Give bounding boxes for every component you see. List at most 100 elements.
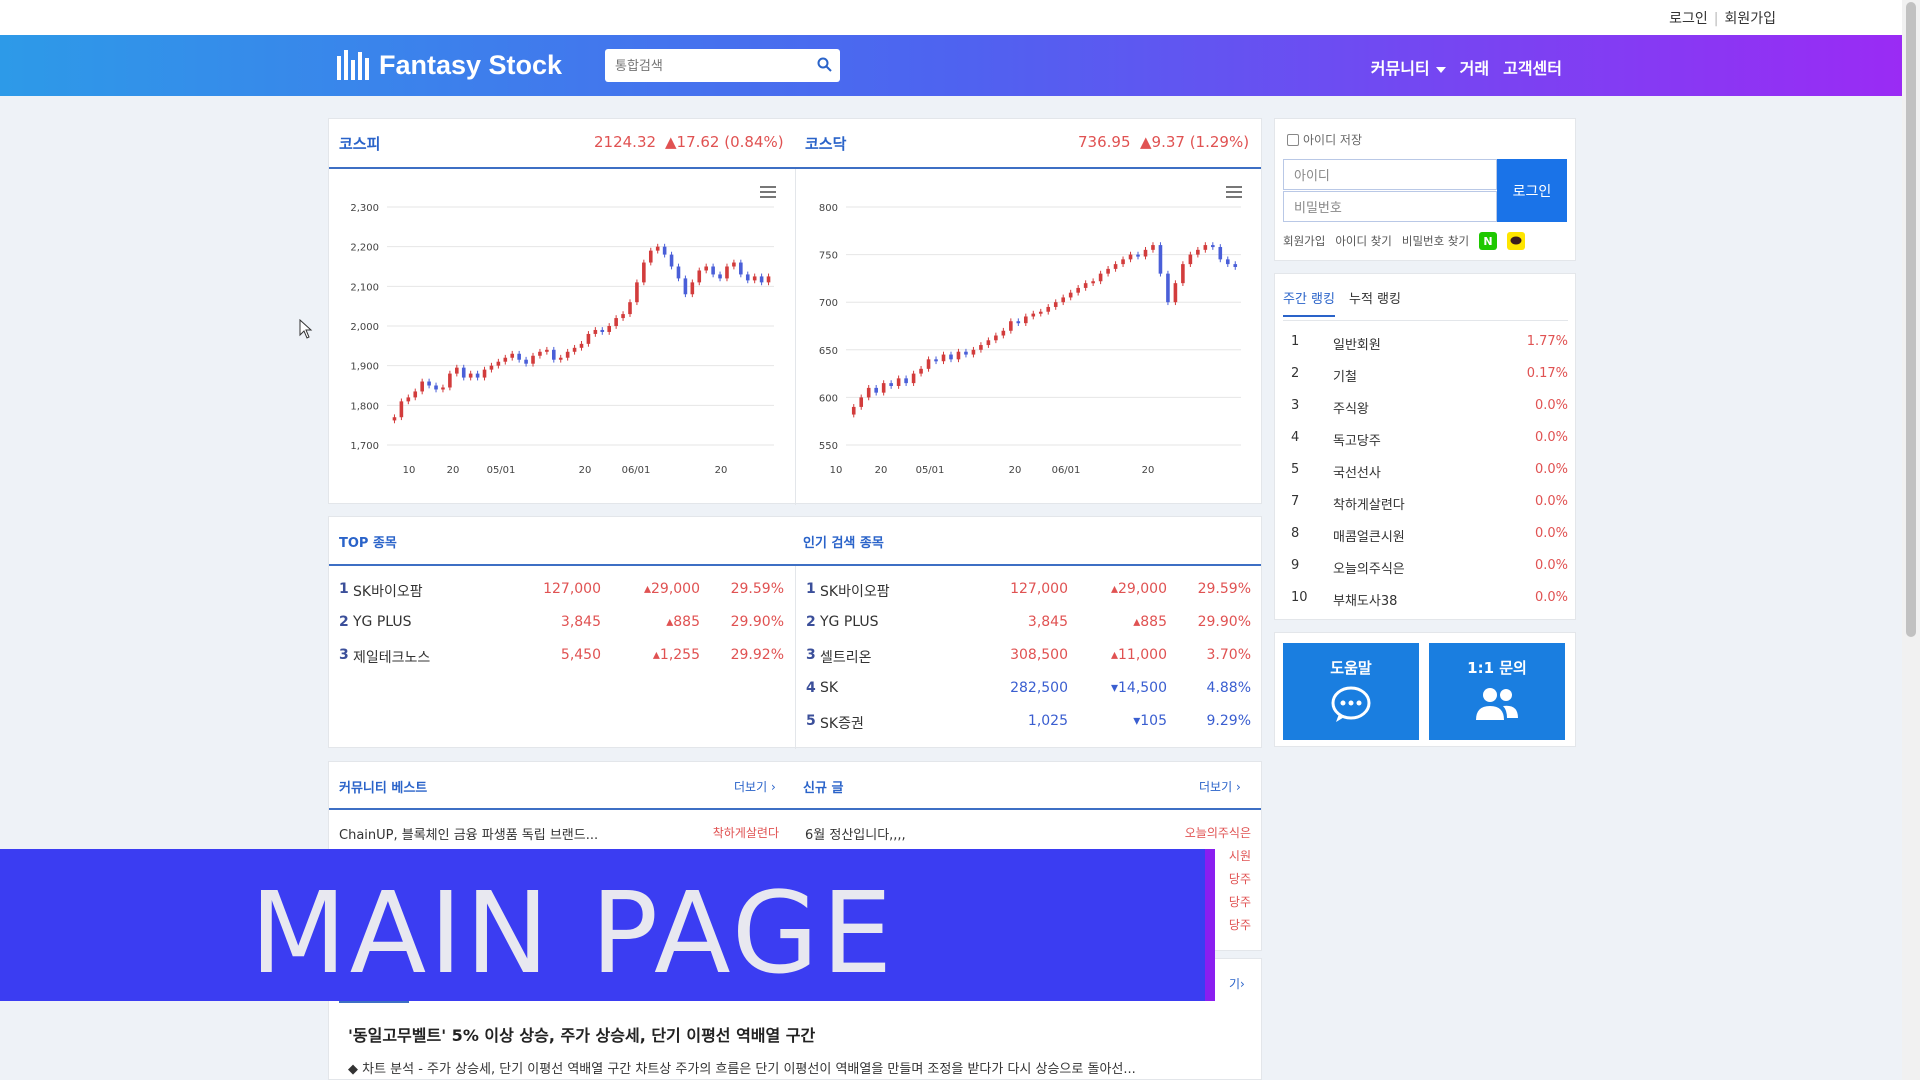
y-tick-label: 600: [819, 393, 838, 404]
page-scrollbar[interactable]: [1902, 0, 1920, 1080]
ranking-row[interactable]: 9 오늘의주식은 0.0%: [1283, 558, 1568, 578]
top-stock-row[interactable]: 2 YG PLUS 3,845 ▴885 29.90%: [339, 614, 784, 634]
index-header: 코스피 2124.32 ▲17.62 (0.84%) 코스닥 736.95 ▲9…: [329, 119, 1261, 169]
news-more-link[interactable]: 기›: [1229, 975, 1245, 992]
popular-stock-row[interactable]: 1 SK바이오팜 127,000 ▴29,000 29.59%: [806, 581, 1251, 601]
candle: [1128, 254, 1133, 260]
x-tick-label: 10: [403, 465, 416, 476]
kosdaq-title[interactable]: 코스닥: [805, 133, 846, 154]
new-post-title[interactable]: 6월 정산입니다,,,,: [805, 824, 906, 843]
community-post-title[interactable]: ChainUP, 블록체인 금융 파생품 독립 브랜드...: [339, 824, 598, 843]
ranking-row[interactable]: 3 주식왕 0.0%: [1283, 398, 1568, 418]
ranking-number: 10: [1291, 590, 1308, 605]
y-tick-label: 2,000: [350, 322, 379, 333]
candle: [531, 355, 535, 364]
ranking-user: 주식왕: [1333, 402, 1369, 417]
stock-change: ▴29,000: [643, 581, 700, 597]
divider: |: [1713, 11, 1719, 27]
id-placeholder: 아이디: [1294, 169, 1330, 184]
stock-name: 제일테크노스: [353, 650, 431, 666]
search-input[interactable]: [605, 49, 800, 82]
find-id-link[interactable]: 아이디 찾기: [1335, 233, 1392, 249]
new-posts-title[interactable]: 신규 글: [803, 777, 843, 796]
faq-button[interactable]: 도움말: [1283, 643, 1419, 740]
x-tick-label: 20: [447, 465, 460, 476]
candle: [911, 373, 916, 384]
kospi-chart[interactable]: 2,300 2,200 2,100 2,000 1,900 1,800 1,700 10 20 0…: [329, 169, 795, 505]
popular-stock-row[interactable]: 4 SK 282,500 ▾14,500 4.88%: [806, 680, 1251, 700]
news-more-label: 기: [1229, 977, 1241, 991]
top-stock-row[interactable]: 3 제일테크노스 5,450 ▴1,255 29.92%: [339, 647, 784, 667]
stock-change: ▾105: [1133, 713, 1167, 729]
community-post-author: 착하게살련다: [712, 826, 779, 840]
community-best-title[interactable]: 커뮤니티 베스트: [339, 777, 427, 796]
candle: [1121, 259, 1125, 265]
menu-trade[interactable]: 거래: [1460, 55, 1489, 79]
candle: [1046, 306, 1051, 312]
find-password-link[interactable]: 비밀번호 찾기: [1402, 233, 1469, 249]
new-posts-more-link[interactable]: 더보기 ›: [1199, 778, 1241, 795]
popular-stock-row[interactable]: 5 SK증권 1,025 ▾105 9.29%: [806, 713, 1251, 733]
checkbox-icon[interactable]: [1287, 133, 1299, 146]
candle: [964, 351, 968, 355]
ranking-row[interactable]: 7 착하게살련다 0.0%: [1283, 494, 1568, 514]
ranking-row[interactable]: 4 독고당주 0.0%: [1283, 430, 1568, 450]
chevron-down-icon: [1435, 66, 1446, 73]
stock-rank: 2: [806, 614, 816, 630]
ranking-user: 오늘의주식은: [1333, 562, 1405, 577]
news-summary[interactable]: ◆ 차트 분석 - 주가 상승세, 단기 이평선 역배열 구간 차트상 주가의 …: [348, 1058, 1136, 1077]
popular-stock-row[interactable]: 2 YG PLUS 3,845 ▴885 29.90%: [806, 614, 1251, 634]
candle: [683, 278, 688, 295]
inquiry-button[interactable]: 1:1 문의: [1429, 643, 1565, 740]
news-headline[interactable]: '동일고무벨트' 5% 이상 상승, 주가 상승세, 단기 이평선 역배열 구간: [348, 1022, 815, 1046]
popular-stock-row[interactable]: 3 셀트리온 308,500 ▴11,000 3.70%: [806, 647, 1251, 667]
login-button[interactable]: 로그인: [1497, 159, 1567, 222]
top-stocks-title[interactable]: TOP 종목: [339, 532, 397, 551]
candle: [628, 302, 632, 315]
ranking-value: 1.77%: [1526, 334, 1568, 349]
candle: [1083, 283, 1088, 288]
menu-community[interactable]: 커뮤니티: [1371, 55, 1446, 79]
menu-support[interactable]: 고객센터: [1503, 55, 1562, 79]
top-stock-row[interactable]: 1 SK바이오팜 127,000 ▴29,000 29.59%: [339, 581, 784, 601]
signup-link[interactable]: 회원가입: [1283, 233, 1325, 249]
popular-stocks-title[interactable]: 인기 검색 종목: [803, 532, 884, 551]
kospi-title[interactable]: 코스피: [339, 133, 380, 154]
stock-name: SK증권: [820, 716, 864, 732]
tab-total-ranking[interactable]: 누적 랭킹: [1349, 288, 1401, 317]
y-tick-label: 700: [819, 298, 838, 309]
kosdaq-chart[interactable]: 800 750 700 650 600 550 10 20 05/01 20 06/01 20: [796, 169, 1262, 505]
logo[interactable]: Fantasy Stock: [335, 45, 562, 85]
stock-price: 127,000: [543, 581, 601, 597]
faq-label: 도움말: [1330, 659, 1372, 677]
y-tick-label: 2,100: [350, 282, 379, 293]
candle: [434, 385, 438, 390]
candle: [1001, 330, 1006, 336]
search-icon[interactable]: [817, 57, 832, 76]
y-tick-label: 1,900: [350, 362, 379, 373]
naver-login-icon[interactable]: N: [1479, 232, 1498, 250]
ranking-row[interactable]: 2 기철 0.17%: [1283, 366, 1568, 386]
ranking-row[interactable]: 5 국선선사 0.0%: [1283, 462, 1568, 482]
candle: [697, 270, 702, 283]
candle: [1151, 245, 1155, 250]
password-input[interactable]: 비밀번호: [1283, 191, 1497, 222]
signup-link[interactable]: 회원가입: [1724, 11, 1776, 27]
ranking-row[interactable]: 1 일반회원 1.77%: [1283, 334, 1568, 354]
save-id-checkbox[interactable]: 아이디 저장: [1287, 131, 1362, 148]
ranking-row[interactable]: 8 매콤얼큰시원 0.0%: [1283, 526, 1568, 546]
scrollbar-thumb[interactable]: [1906, 2, 1916, 637]
ranking-row[interactable]: 10 부채도사38 0.0%: [1283, 590, 1568, 610]
candle: [752, 276, 757, 281]
login-link[interactable]: 로그인: [1669, 11, 1708, 27]
login-links: 회원가입 아이디 찾기 비밀번호 찾기 N: [1283, 232, 1526, 250]
tab-weekly-ranking[interactable]: 주간 랭킹: [1283, 288, 1335, 317]
ranking-value: 0.0%: [1534, 462, 1568, 477]
ranking-user: 일반회원: [1333, 338, 1381, 353]
community-more-link[interactable]: 더보기 ›: [734, 778, 776, 795]
community-more-label: 더보기: [734, 780, 768, 794]
stock-rank: 4: [806, 680, 816, 696]
x-tick-label: 20: [1142, 465, 1155, 476]
id-input[interactable]: 아이디: [1283, 159, 1497, 190]
kakao-login-icon[interactable]: [1507, 232, 1526, 250]
